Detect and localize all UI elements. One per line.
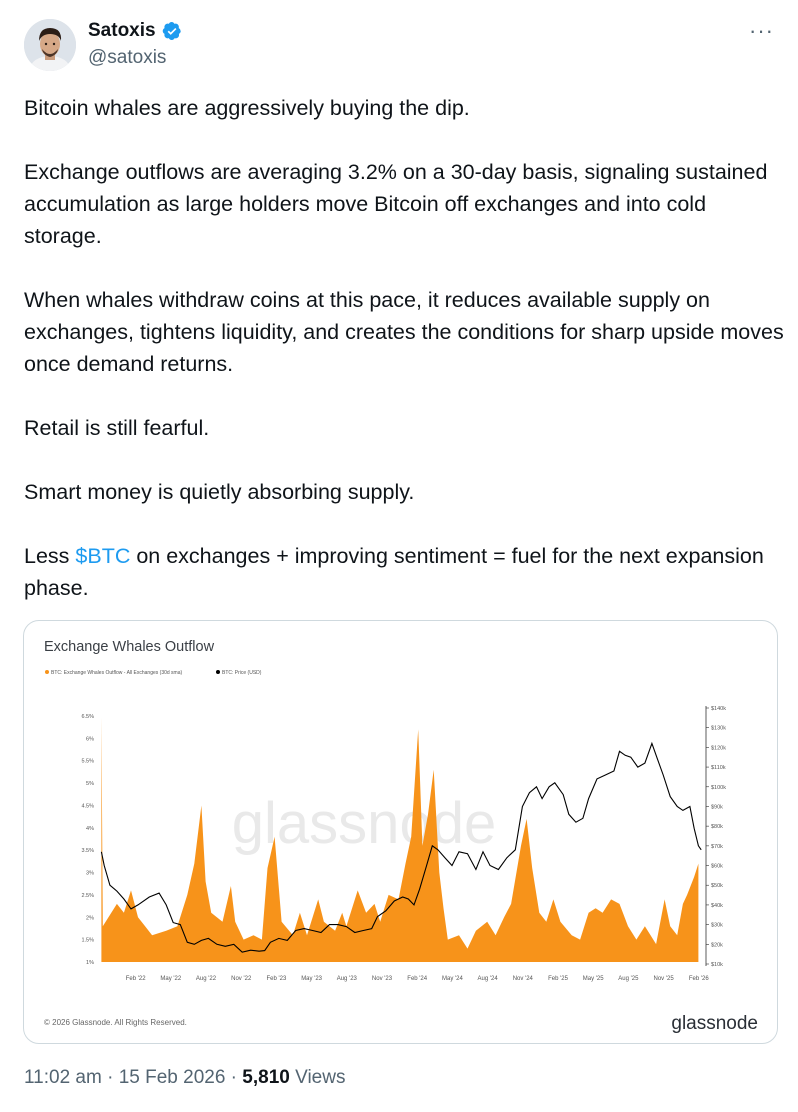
meta-separator: · — [225, 1067, 243, 1088]
legend-label-price: BTC: Price (USD) — [222, 670, 262, 676]
left-axis-tick-label: 3% — [86, 871, 94, 877]
tweet-paragraph-1: Bitcoin whales are aggressively buying t… — [24, 96, 470, 120]
x-axis-tick-label: Nov '22 — [231, 976, 252, 982]
chart-copyright: © 2026 Glassnode. All Rights Reserved. — [44, 1018, 187, 1027]
right-axis-tick-label: $60k — [711, 864, 723, 870]
x-axis-tick-label: Feb '24 — [407, 976, 427, 982]
tweet-text-span: Less — [24, 544, 76, 568]
right-axis-tick-label: $140k — [711, 706, 726, 712]
legend-label-outflow: BTC: Exchange Whales Outflow - All Excha… — [51, 670, 183, 676]
x-axis-tick-label: Feb '22 — [126, 976, 146, 982]
x-axis-tick-label: Nov '23 — [372, 976, 393, 982]
legend-swatch-price — [216, 670, 220, 674]
legend-swatch-outflow — [45, 670, 49, 674]
verified-badge-icon — [162, 22, 181, 40]
x-axis-tick-label: Feb '23 — [266, 976, 286, 982]
x-axis-tick-label: Aug '23 — [337, 976, 358, 982]
left-axis-tick-label: 5% — [86, 781, 94, 787]
meta-separator: · — [101, 1067, 119, 1088]
exchange-whales-outflow-chart: Exchange Whales Outflow BTC: Exchange Wh… — [44, 639, 758, 1034]
right-axis: $140k $130k $120k $110k $100k $90k $80k $70k $60… — [705, 706, 726, 968]
x-axis-tick-label: May '24 — [442, 976, 463, 982]
right-axis-tick-label: $10k — [711, 962, 723, 968]
left-axis-tick-label: 1.5% — [81, 938, 94, 944]
glassnode-logo: glassnode — [671, 1013, 758, 1034]
right-axis-tick-label: $90k — [711, 804, 723, 810]
left-axis-tick-label: 5.5% — [81, 759, 94, 765]
tweet-paragraph-6: Less $BTC on exchanges + improving senti… — [24, 540, 784, 604]
views-label: Views — [289, 1067, 346, 1088]
tweet-meta: 11:02 am · 15 Feb 2026 · 5,810 Views — [24, 1067, 345, 1089]
x-axis-tick-label: Aug '24 — [478, 976, 499, 982]
right-axis-tick-label: $100k — [711, 785, 726, 791]
author-handle[interactable]: @satoxis — [88, 47, 166, 69]
tweet-paragraph-2: Exchange outflows are averaging 3.2% on … — [24, 160, 768, 248]
right-axis-tick-label: $130k — [711, 726, 726, 732]
left-axis-tick-label: 1% — [86, 960, 94, 966]
avatar-image — [24, 19, 76, 71]
left-axis-tick-label: 2.5% — [81, 893, 94, 899]
x-axis-tick-label: Aug '25 — [618, 976, 639, 982]
author-name-text[interactable]: Satoxis — [88, 20, 156, 42]
tweet-text-span: on exchanges + improving sentiment = fue… — [24, 544, 764, 600]
x-axis-tick-label: Feb '25 — [548, 976, 568, 982]
left-axis-tick-label: 4% — [86, 826, 94, 832]
tweet-paragraph-4: Retail is still fearful. — [24, 416, 210, 440]
left-axis-tick-label: 6.5% — [81, 714, 94, 720]
x-axis: Feb '22 May '22 Aug '22 Nov '22 Feb '23 May '… — [126, 976, 710, 982]
x-axis-tick-label: May '22 — [160, 976, 181, 982]
x-axis-tick-label: May '25 — [583, 976, 604, 982]
chart-title: Exchange Whales Outflow — [44, 639, 215, 655]
left-axis-tick-label: 6% — [86, 736, 94, 742]
chart-legend: BTC: Exchange Whales Outflow - All Excha… — [45, 670, 262, 676]
right-axis-tick-label: $40k — [711, 903, 723, 909]
right-axis-tick-label: $70k — [711, 844, 723, 850]
right-axis-tick-label: $110k — [711, 765, 726, 771]
x-axis-tick-label: Aug '22 — [196, 976, 217, 982]
cashtag-link[interactable]: $BTC — [75, 544, 130, 568]
tweet-date[interactable]: 15 Feb 2026 — [119, 1067, 226, 1088]
right-axis-tick-label: $20k — [711, 942, 723, 948]
right-axis-tick-label: $30k — [711, 923, 723, 929]
right-axis-tick-label: $80k — [711, 824, 723, 830]
more-options-button[interactable]: ··· — [749, 18, 774, 44]
x-axis-tick-label: Nov '25 — [654, 976, 675, 982]
left-axis-tick-label: 3.5% — [81, 848, 94, 854]
tweet-time[interactable]: 11:02 am — [24, 1067, 102, 1088]
x-axis-tick-label: Nov '24 — [513, 976, 534, 982]
avatar[interactable] — [24, 19, 76, 71]
tweet-paragraph-3: When whales withdraw coins at this pace,… — [24, 288, 784, 376]
left-axis-tick-label: 4.5% — [81, 803, 94, 809]
views-count[interactable]: 5,810 — [242, 1067, 290, 1088]
author-name[interactable]: Satoxis — [88, 20, 182, 42]
x-axis-tick-label: Feb '26 — [689, 976, 709, 982]
x-axis-tick-label: May '23 — [301, 976, 322, 982]
tweet-text: Bitcoin whales are aggressively buying t… — [24, 92, 784, 604]
left-axis: 6.5% 6% 5.5% 5% 4.5% 4% 3.5% 3% 2.5% 2% 1.5% 1% — [81, 714, 94, 966]
tweet-paragraph-5: Smart money is quietly absorbing supply. — [24, 480, 415, 504]
chart-watermark: glassnode — [232, 791, 496, 856]
media-image-card[interactable]: Exchange Whales Outflow BTC: Exchange Wh… — [23, 620, 778, 1044]
right-axis-tick-label: $120k — [711, 745, 726, 751]
right-axis-tick-label: $50k — [711, 883, 723, 889]
left-axis-tick-label: 2% — [86, 915, 94, 921]
